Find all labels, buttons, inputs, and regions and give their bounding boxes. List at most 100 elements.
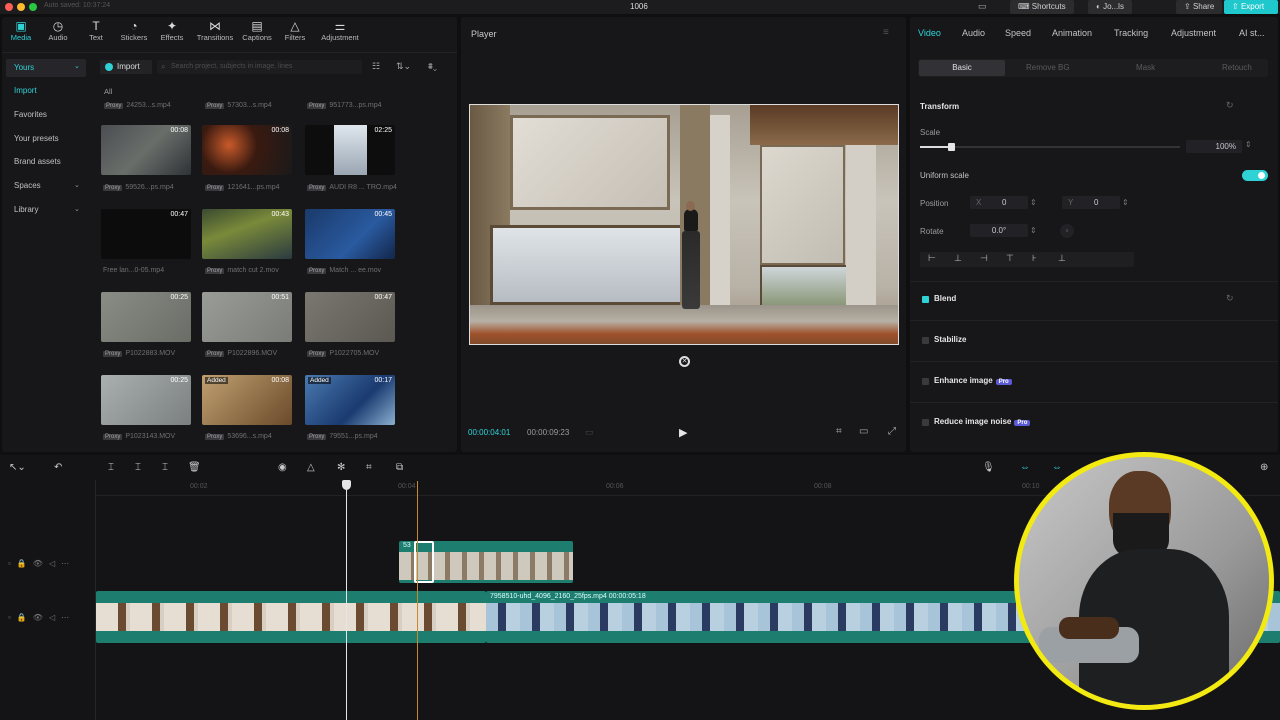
main-clip-1[interactable] — [96, 591, 486, 643]
sidebar-item-spaces[interactable]: Spaces — [14, 181, 41, 190]
menu-icon[interactable]: ≡ — [883, 27, 889, 38]
scale-slider-handle[interactable] — [948, 143, 956, 151]
media-thumb[interactable]: 00:43 — [202, 209, 292, 259]
stepper-icon[interactable]: ⇕ — [1030, 198, 1037, 207]
subtab-basic[interactable]: Basic — [919, 60, 1005, 76]
tab-adjustment[interactable]: Adjustment — [1171, 28, 1216, 38]
playhead-handle[interactable] — [342, 480, 351, 490]
media-thumb[interactable]: Added 00:17 — [305, 375, 395, 425]
sidebar-item-presets[interactable]: Your presets — [14, 134, 59, 143]
filter-all[interactable]: All — [104, 87, 112, 96]
minimize-window-button[interactable] — [17, 3, 25, 11]
crop-icon[interactable]: ⌗ — [366, 462, 372, 473]
scale-value-field[interactable]: 100% — [1186, 140, 1242, 153]
export-button[interactable]: ⇧ Export — [1224, 0, 1278, 14]
stepper-icon[interactable]: ⇕ — [1030, 226, 1037, 235]
select-tool-icon[interactable]: ↖⌄ — [9, 462, 26, 473]
media-thumb[interactable]: 00:47 — [305, 292, 395, 342]
track-controls[interactable]: ▫🔒👁◁⋯ — [8, 613, 75, 622]
tab-ai-style[interactable]: AI st... — [1239, 28, 1265, 38]
tab-speed[interactable]: Speed — [1005, 28, 1031, 38]
video-preview[interactable] — [469, 104, 899, 345]
shortcuts-button[interactable]: ⌨ Shortcuts — [1010, 0, 1074, 14]
stabilize-checkbox[interactable] — [922, 337, 929, 344]
zoom-fit-icon[interactable]: ⊕ — [1260, 462, 1268, 473]
tool-filters[interactable]: △ Filters — [276, 19, 314, 42]
sidebar-item-library[interactable]: Library — [14, 205, 38, 214]
rotate-handle-icon[interactable]: ✕ — [679, 356, 690, 367]
media-thumb[interactable]: 02:25 — [305, 125, 395, 175]
subtab-mask[interactable]: Mask — [1136, 63, 1155, 72]
media-thumb[interactable]: 00:47 — [101, 209, 191, 259]
close-window-button[interactable] — [5, 3, 13, 11]
timecode-format-icon[interactable]: ▭ — [585, 427, 594, 438]
tool-media[interactable]: ▣ Media — [2, 19, 40, 42]
layout-icon[interactable]: ▭ — [978, 1, 987, 12]
split-right-icon[interactable]: ⌶ — [162, 462, 168, 473]
media-thumb[interactable]: 00:25 — [101, 292, 191, 342]
ai-tool-icon[interactable]: ⧉ — [396, 462, 403, 473]
track-controls[interactable]: ▫🔒👁◁⋯ — [8, 559, 75, 568]
align-top-icon[interactable]: ⊤ — [1006, 253, 1014, 264]
reset-icon[interactable]: ↻ — [1226, 293, 1234, 304]
tool-text[interactable]: T Text — [77, 19, 115, 42]
grid-view-icon[interactable]: ☷ — [372, 61, 380, 72]
search-input[interactable]: ⌕ Search project, subjects in image, lin… — [157, 60, 362, 74]
sort-icon[interactable]: ⇅⌄ — [396, 61, 411, 72]
blend-checkbox[interactable] — [922, 296, 929, 303]
link-icon[interactable]: ⇔ — [1020, 462, 1030, 473]
snap-icon[interactable]: ⇔ — [1052, 462, 1062, 473]
import-button[interactable]: Import — [100, 60, 152, 74]
share-button[interactable]: ⇪ Share — [1176, 0, 1223, 14]
subtab-retouch[interactable]: Retouch — [1222, 63, 1252, 72]
sidebar-item-import[interactable]: Import — [14, 86, 37, 95]
reduce-noise-checkbox[interactable] — [922, 419, 929, 426]
media-thumb[interactable]: 00:08 — [202, 125, 292, 175]
split-left-icon[interactable]: ⌶ — [135, 462, 141, 473]
position-x-field[interactable]: X0 — [970, 196, 1028, 209]
uniform-scale-toggle[interactable] — [1242, 170, 1268, 181]
play-button[interactable]: ▶ — [679, 426, 687, 439]
microphone-icon[interactable]: 🎙 — [982, 462, 995, 473]
project-name[interactable]: 1006 — [630, 2, 648, 11]
play-circle-icon[interactable]: ◉ — [278, 462, 287, 473]
mirror-icon[interactable]: △ — [307, 462, 315, 473]
media-thumb[interactable]: 00:45 — [305, 209, 395, 259]
tool-audio[interactable]: ◷ Audio — [39, 19, 77, 42]
align-left-icon[interactable]: ⊢ — [928, 253, 936, 264]
tab-video[interactable]: Video — [918, 28, 941, 38]
stepper-icon[interactable]: ⇕ — [1122, 198, 1129, 207]
undo-icon[interactable]: ↶ — [54, 462, 62, 473]
tool-effects[interactable]: ✦ Effects — [153, 19, 191, 42]
media-thumb[interactable]: 00:08 — [101, 125, 191, 175]
tab-audio[interactable]: Audio — [962, 28, 985, 38]
ratio-icon[interactable]: ▭ — [859, 426, 868, 437]
tab-animation[interactable]: Animation — [1052, 28, 1092, 38]
sidebar-item-brand-assets[interactable]: Brand assets — [14, 157, 61, 166]
tab-tracking[interactable]: Tracking — [1114, 28, 1148, 38]
align-right-icon[interactable]: ⊣ — [980, 253, 988, 264]
subtab-remove-bg[interactable]: Remove BG — [1026, 63, 1070, 72]
align-center-icon[interactable]: ⊥ — [954, 253, 962, 264]
tool-transitions[interactable]: ⋈ Transitions — [196, 19, 234, 42]
scale-slider[interactable] — [920, 143, 1180, 151]
tool-stickers[interactable]: ◔ Stickers — [115, 19, 153, 42]
tool-captions[interactable]: ▤ Captions — [238, 19, 276, 42]
reset-icon[interactable]: ↻ — [1226, 100, 1234, 111]
tool-adjustment[interactable]: ⚌ Adjustment — [318, 19, 362, 42]
fullscreen-icon[interactable]: ⤢ — [888, 426, 896, 437]
media-thumb[interactable]: Added 00:08 — [202, 375, 292, 425]
sidebar-item-yours[interactable]: Yours ⌄ — [6, 59, 86, 77]
freeze-icon[interactable]: ✻ — [337, 462, 345, 473]
playhead[interactable] — [346, 481, 347, 720]
fit-screen-icon[interactable]: ⌗ — [836, 426, 842, 437]
filter-icon[interactable]: ⩩⌄ — [428, 61, 437, 72]
zoom-window-button[interactable] — [29, 3, 37, 11]
user-account-button[interactable]: ◐ Jo...ls — [1088, 0, 1132, 14]
align-bottom-icon[interactable]: ⊥ — [1058, 253, 1066, 264]
media-thumb[interactable]: 00:25 — [101, 375, 191, 425]
enhance-image-checkbox[interactable] — [922, 378, 929, 385]
sidebar-item-favorites[interactable]: Favorites — [14, 110, 47, 119]
delete-icon[interactable]: 🗑 — [188, 462, 201, 473]
media-thumb[interactable]: 00:51 — [202, 292, 292, 342]
